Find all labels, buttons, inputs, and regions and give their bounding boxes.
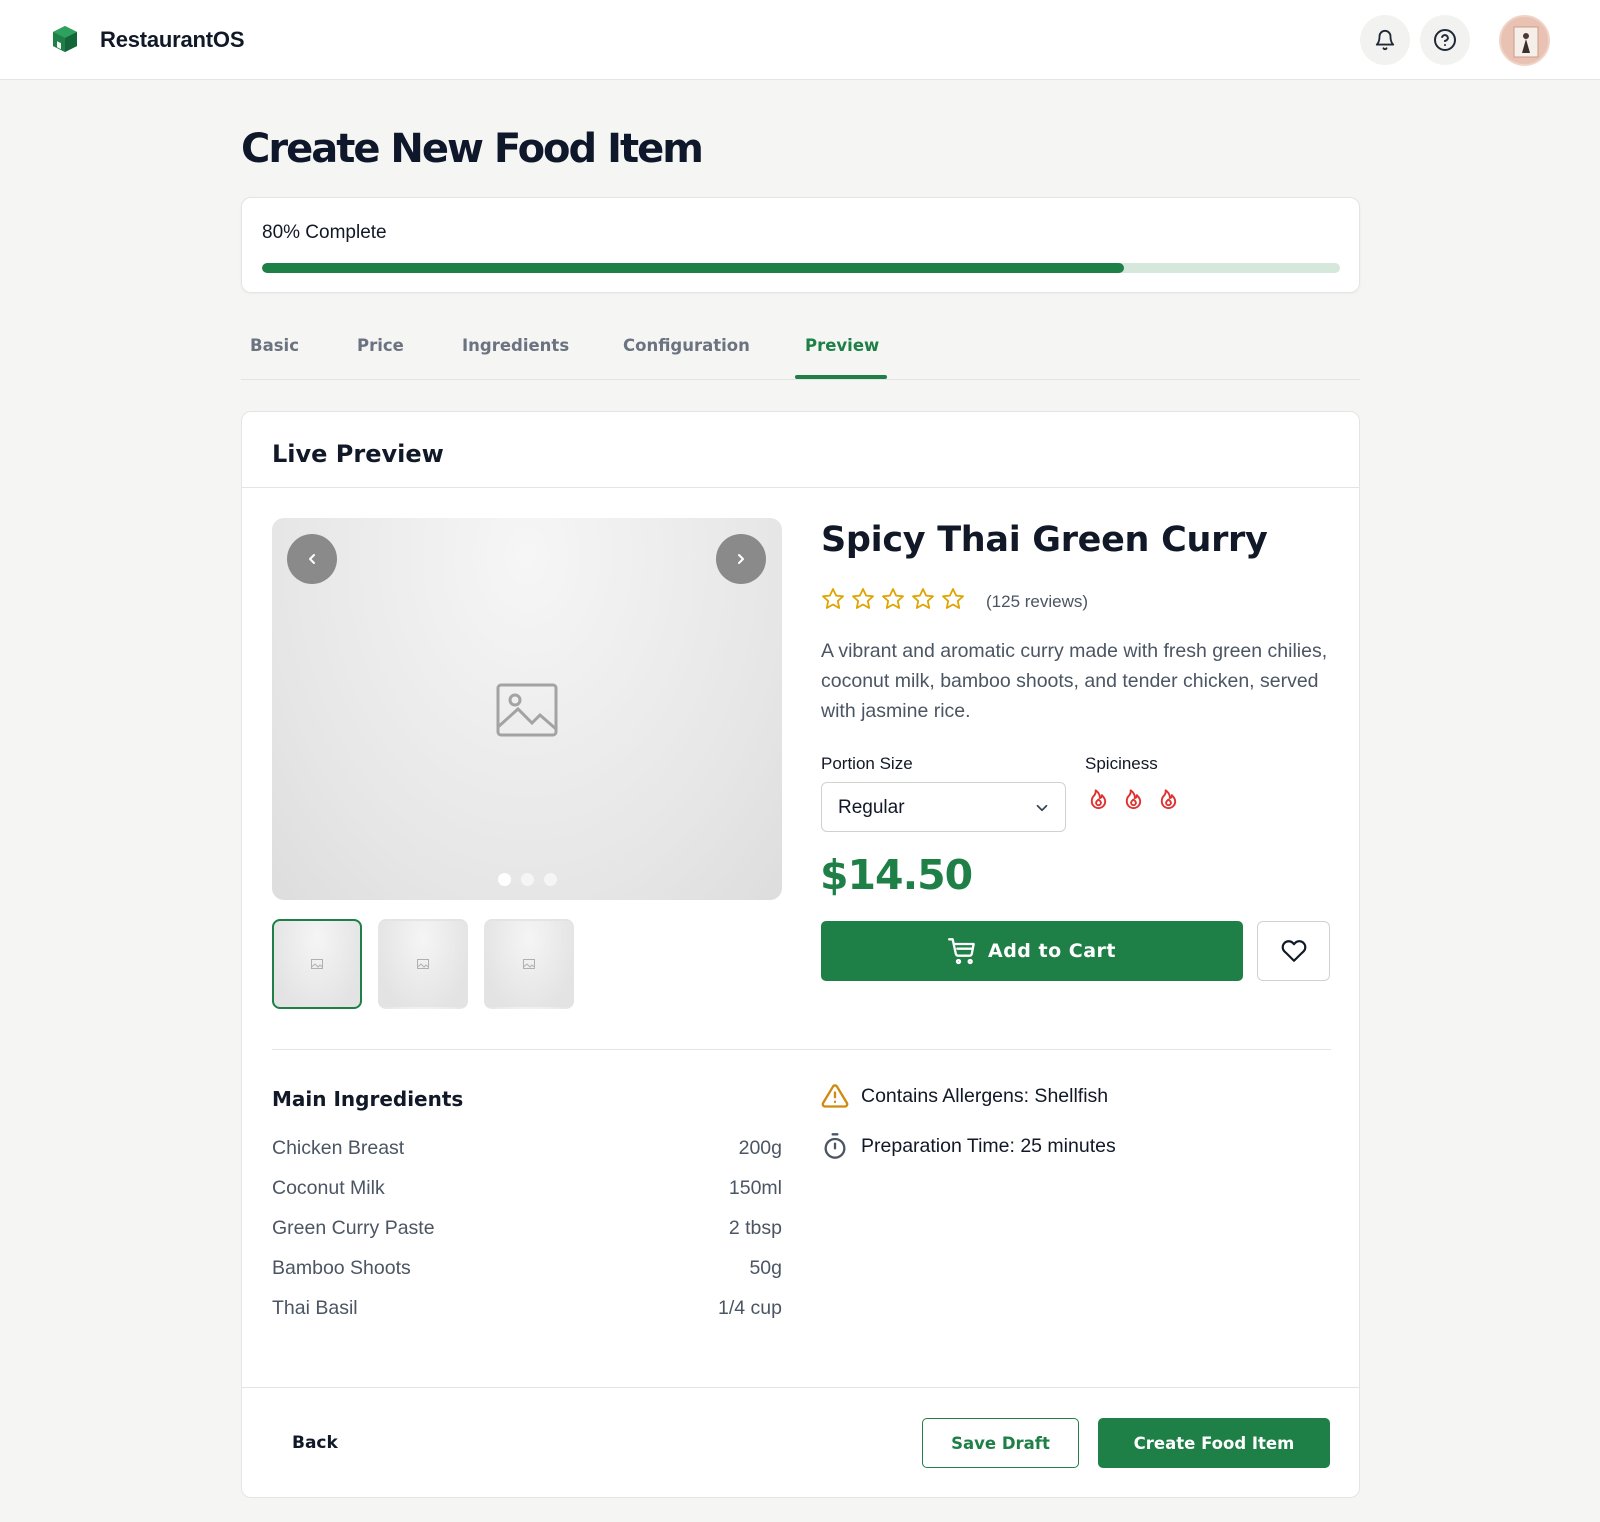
prev-image-button[interactable] (287, 534, 337, 584)
prep-time-info: Preparation Time: 25 minutes (821, 1132, 1116, 1160)
item-name: Spicy Thai Green Curry (821, 520, 1268, 560)
progress-label: 80% Complete (262, 222, 387, 243)
section-divider (272, 1049, 1331, 1050)
flame-icon (1160, 789, 1177, 810)
portion-size-select[interactable]: Regular (821, 782, 1066, 832)
ingredient-qty: 50g (749, 1257, 782, 1279)
ingredient-name: Bamboo Shoots (272, 1257, 411, 1279)
heart-icon (1281, 940, 1306, 962)
ingredient-name: Coconut Milk (272, 1177, 385, 1199)
card-header: Live Preview (242, 412, 1359, 488)
ingredient-qty: 2 tbsp (728, 1217, 782, 1239)
flame-icon (1090, 789, 1107, 810)
star-icon (942, 588, 964, 609)
favorite-button[interactable] (1257, 921, 1330, 981)
add-to-cart-button[interactable]: Add to Cart (821, 921, 1243, 981)
next-image-button[interactable] (716, 534, 766, 584)
chevron-down-icon (1036, 804, 1048, 812)
carousel-dots (272, 873, 782, 886)
active-tab-indicator (795, 375, 887, 379)
star-icon (912, 588, 934, 609)
star-icon (852, 588, 874, 609)
page-title: Create New Food Item (241, 126, 704, 172)
tab-basic[interactable]: Basic (250, 336, 299, 355)
ingredient-row: Green Curry Paste 2 tbsp (272, 1217, 782, 1247)
portion-size-value: Regular (838, 797, 905, 818)
star-icon (882, 588, 904, 609)
tab-ingredients[interactable]: Ingredients (462, 336, 569, 355)
tab-price[interactable]: Price (357, 336, 404, 355)
allergen-info: Contains Allergens: Shellfish (821, 1082, 1108, 1110)
cart-icon (948, 938, 975, 965)
ingredients-title: Main Ingredients (272, 1087, 464, 1111)
ingredient-qty: 150ml (728, 1177, 782, 1199)
carousel-dot[interactable] (543, 873, 557, 886)
star-rating (821, 587, 965, 611)
card-footer: Back Save Draft Create Food Item (242, 1387, 1359, 1499)
ingredient-name: Thai Basil (272, 1297, 358, 1319)
ingredient-row: Thai Basil 1/4 cup (272, 1297, 782, 1327)
live-preview-card: Live Preview Spicy Thai Green Curry (125… (241, 411, 1360, 1498)
thumbnail[interactable] (378, 919, 468, 1009)
carousel-dot[interactable] (497, 873, 511, 886)
ingredient-row: Chicken Breast 200g (272, 1137, 782, 1167)
ingredient-name: Chicken Breast (272, 1137, 405, 1159)
spiciness-meter (1087, 787, 1180, 810)
thumbnail-strip (272, 919, 574, 1009)
create-food-item-button[interactable]: Create Food Item (1098, 1418, 1330, 1468)
ingredient-qty: 200g (738, 1137, 782, 1159)
step-tabs: Basic Price Ingredients Configuration Pr… (241, 314, 1360, 380)
prep-time-text: Preparation Time: 25 minutes (861, 1134, 1116, 1157)
thumbnail[interactable] (272, 919, 362, 1009)
item-description: A vibrant and aromatic curry made with f… (821, 640, 1328, 722)
chevron-left-icon (309, 554, 315, 564)
progress-bar-fill (262, 263, 1125, 273)
star-icon (822, 588, 844, 609)
help-icon (1434, 29, 1456, 51)
help-button[interactable] (1420, 15, 1470, 65)
carousel-dot[interactable] (520, 873, 534, 886)
portion-size-label: Portion Size (821, 754, 913, 773)
main-image (272, 518, 782, 900)
ingredient-qty: 1/4 cup (718, 1297, 782, 1319)
item-price: $14.50 (820, 851, 973, 899)
allergen-text: Contains Allergens: Shellfish (861, 1084, 1109, 1107)
progress-card: 80% Complete (241, 197, 1360, 293)
tab-preview[interactable]: Preview (805, 336, 879, 355)
warning-icon (821, 1084, 849, 1108)
thumbnail[interactable] (484, 919, 574, 1009)
chevron-right-icon (738, 554, 744, 564)
add-to-cart-label: Add to Cart (988, 940, 1116, 962)
review-count: (125 reviews) (986, 592, 1089, 611)
card-title: Live Preview (272, 440, 444, 468)
brand-name: RestaurantOS (100, 27, 245, 52)
bell-icon (1375, 30, 1395, 51)
tab-configuration[interactable]: Configuration (623, 336, 750, 355)
ingredient-row: Coconut Milk 150ml (272, 1177, 782, 1207)
timer-icon (824, 1133, 846, 1159)
logo-cube-icon[interactable] (50, 24, 80, 54)
progress-bar (262, 263, 1340, 273)
spiciness-label: Spiciness (1085, 754, 1158, 773)
flame-icon (1125, 789, 1142, 810)
avatar-image (1513, 26, 1539, 58)
image-placeholder-icon (496, 683, 558, 737)
ingredient-row: Bamboo Shoots 50g (272, 1257, 782, 1287)
top-bar: RestaurantOS (0, 0, 1600, 80)
image-placeholder-icon (417, 959, 429, 969)
back-button[interactable]: Back (292, 1433, 338, 1453)
image-placeholder-icon (523, 959, 535, 969)
user-avatar[interactable] (1499, 15, 1550, 66)
save-draft-button[interactable]: Save Draft (922, 1418, 1079, 1468)
ingredient-name: Green Curry Paste (272, 1217, 435, 1239)
notifications-button[interactable] (1360, 15, 1410, 65)
image-placeholder-icon (311, 959, 323, 969)
